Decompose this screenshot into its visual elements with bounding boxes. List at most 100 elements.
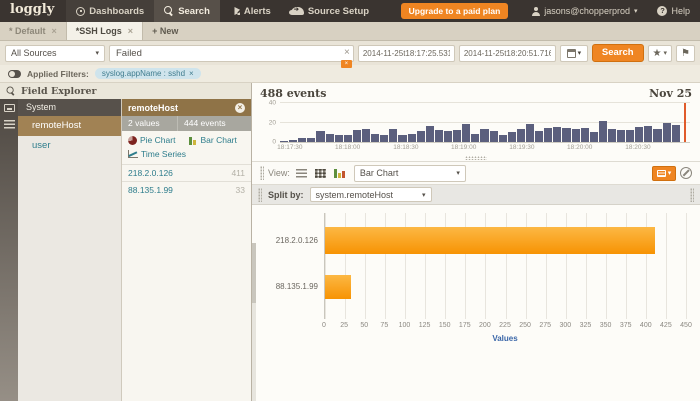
timeline-bar[interactable] — [499, 135, 507, 142]
timeline-bar[interactable] — [353, 130, 361, 142]
nav-dashboards[interactable]: Dashboards — [66, 0, 154, 22]
field-group-system[interactable]: System — [18, 99, 121, 116]
timeline-bar[interactable] — [480, 129, 488, 142]
bar-chart-xtick: 200 — [479, 322, 491, 329]
query-notification-badge[interactable]: × — [341, 60, 352, 68]
bar-chart-category-label: 218.2.0.126 — [276, 227, 318, 254]
bar-chart-xtick: 125 — [419, 322, 431, 329]
field-value-row[interactable]: 218.2.0.126 411 — [122, 164, 251, 181]
field-value-row[interactable]: 88.135.1.99 33 — [122, 181, 251, 198]
field-value-count: 33 — [236, 185, 245, 195]
bar-chart-xtick: 75 — [380, 322, 388, 329]
panel-resize-handle[interactable] — [252, 154, 700, 161]
timeline-bar[interactable] — [635, 127, 643, 142]
timeline-bar[interactable] — [389, 129, 397, 142]
timeline-bar[interactable] — [408, 134, 416, 142]
saved-searches-button[interactable]: ★ ▾ — [648, 45, 672, 62]
upgrade-button[interactable]: Upgrade to a paid plan — [401, 3, 509, 19]
timeline-bar[interactable] — [344, 135, 352, 142]
chart-type-select[interactable]: Bar Chart ▾ — [354, 165, 466, 182]
bar-chart-bar[interactable] — [325, 275, 351, 299]
tab-new[interactable]: + New — [143, 22, 187, 40]
timeline-bar[interactable] — [453, 130, 461, 142]
timeline-bar[interactable] — [544, 128, 552, 142]
timeline-bar[interactable] — [581, 128, 589, 142]
timeline-bar[interactable] — [590, 132, 598, 142]
nav-alerts[interactable]: Alerts — [220, 0, 281, 22]
timeline-bar[interactable] — [553, 127, 561, 142]
timeline-bar[interactable] — [672, 125, 680, 142]
help-menu[interactable]: ? Help — [647, 0, 700, 22]
close-icon[interactable]: × — [189, 69, 194, 78]
timeline-bar[interactable] — [572, 129, 580, 142]
timeline-bar[interactable] — [444, 131, 452, 142]
timeline-bar[interactable] — [517, 129, 525, 142]
timeline-bar[interactable] — [562, 128, 570, 142]
timeline-bar[interactable] — [417, 131, 425, 142]
flag-button[interactable]: ⚑ — [676, 45, 695, 62]
nav-search-label: Search — [178, 6, 210, 17]
timeline-bar[interactable] — [371, 134, 379, 142]
timeline-bar[interactable] — [380, 135, 388, 142]
split-by-select[interactable]: system.remoteHost ▾ — [310, 187, 432, 202]
tab-ssh-logs[interactable]: *SSH Logs × — [67, 22, 143, 40]
timeline-bar[interactable] — [298, 138, 306, 142]
calendar-button[interactable]: ▾ — [560, 45, 588, 62]
clear-query-icon[interactable]: × — [344, 47, 350, 58]
list-icon[interactable] — [4, 120, 15, 129]
timeline-bar[interactable] — [599, 121, 607, 142]
timeline-bar[interactable] — [608, 129, 616, 142]
timeline-bar[interactable] — [280, 141, 288, 142]
drag-handle-icon[interactable] — [690, 188, 694, 202]
nav-search[interactable]: Search — [154, 0, 220, 22]
user-menu[interactable]: jasons@chopperprod ▾ — [522, 0, 647, 22]
field-item-remotehost[interactable]: remoteHost — [18, 116, 121, 136]
timeline-bar[interactable] — [490, 131, 498, 142]
drag-handle-icon[interactable] — [260, 166, 264, 180]
timeline-bar[interactable] — [617, 130, 625, 142]
timeline-bar[interactable] — [316, 131, 324, 142]
timeline-bar[interactable] — [307, 138, 315, 142]
bar-chart-bar[interactable] — [325, 227, 655, 254]
close-icon[interactable]: × — [128, 26, 133, 36]
search-query-input[interactable] — [109, 45, 354, 62]
date-from-input[interactable] — [358, 45, 455, 62]
timeline-bar[interactable] — [626, 130, 634, 142]
drawer-icon[interactable] — [4, 104, 15, 112]
timeline-bar[interactable] — [535, 131, 543, 142]
pie-chart-link[interactable]: Pie Chart — [128, 135, 185, 145]
grid-view-button[interactable] — [313, 167, 328, 180]
drag-handle-icon[interactable] — [258, 188, 262, 202]
tab-default[interactable]: * Default × — [0, 22, 67, 40]
timeline-bar[interactable] — [471, 134, 479, 142]
timeline-bar[interactable] — [398, 135, 406, 142]
search-button[interactable]: Search — [592, 44, 644, 62]
bar-chart-link[interactable]: Bar Chart — [189, 135, 246, 145]
timeline-bar[interactable] — [362, 129, 370, 142]
field-item-user[interactable]: user — [18, 136, 121, 156]
list-view-button[interactable] — [294, 167, 309, 180]
time-series-link[interactable]: Time Series — [128, 149, 245, 159]
explorer-toolstrip — [0, 99, 18, 401]
timeline-bar[interactable] — [426, 126, 434, 142]
timeline-bar[interactable] — [326, 134, 334, 142]
clock-disabled-icon[interactable] — [680, 167, 692, 179]
events-view-button[interactable]: ▾ — [652, 166, 676, 181]
date-to-input[interactable] — [459, 45, 556, 62]
source-select[interactable]: All Sources ▾ — [5, 45, 105, 62]
timeline-bar[interactable] — [644, 126, 652, 142]
timeline-bar[interactable] — [663, 123, 671, 142]
timeline-bar[interactable] — [653, 129, 661, 142]
chart-view-button[interactable] — [332, 167, 347, 180]
timeline-bar[interactable] — [435, 130, 443, 142]
nav-source-setup[interactable]: Source Setup — [281, 0, 379, 22]
filters-toggle-icon[interactable] — [8, 70, 21, 78]
timeline-bar[interactable] — [526, 124, 534, 142]
timeline-bar[interactable] — [289, 140, 297, 142]
timeline-bar[interactable] — [335, 135, 343, 142]
filter-pill[interactable]: syslog.appName : sshd × — [95, 68, 201, 79]
timeline-bar[interactable] — [508, 132, 516, 142]
close-icon[interactable]: × — [52, 26, 57, 36]
close-icon[interactable]: × — [235, 103, 245, 113]
timeline-bar[interactable] — [462, 124, 470, 142]
